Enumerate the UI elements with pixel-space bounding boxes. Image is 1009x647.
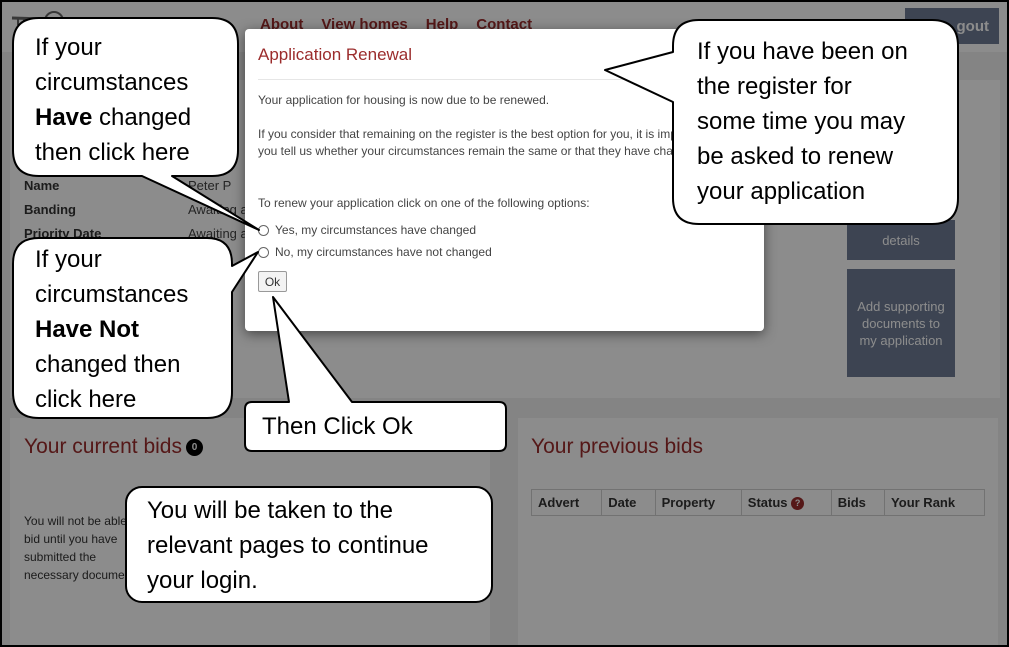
callout-renew-info: If you have been on the register for som… [697, 38, 908, 205]
option-changed-label: Yes, my circumstances have changed [275, 223, 476, 237]
modal-divider [258, 79, 751, 80]
option-not-changed-label: No, my circumstances have not changed [275, 245, 492, 259]
ok-button[interactable]: Ok [258, 271, 287, 292]
modal-para-register: If you consider that remaining on the re… [258, 127, 731, 158]
modal-para-renewal-due: Your application for housing is now due … [258, 93, 550, 107]
screenshot-frame: About View homes Help Contact gout Name … [0, 0, 1009, 647]
application-renewal-modal: Application Renewal Your application for… [245, 29, 764, 331]
callout-taken-to: You will be taken to the relevant pages … [147, 497, 429, 594]
option-not-changed[interactable]: No, my circumstances have not changed [258, 245, 492, 259]
modal-title: Application Renewal [258, 45, 413, 64]
modal-para-instructions: To renew your application click on one o… [258, 196, 590, 210]
radio-not-changed[interactable] [258, 246, 269, 258]
option-changed[interactable]: Yes, my circumstances have changed [258, 223, 476, 237]
callout-have-not-changed: If your circumstances Have Not changed t… [35, 246, 189, 413]
radio-changed[interactable] [258, 224, 269, 236]
callout-click-ok: Then Click Ok [262, 413, 413, 440]
callout-have-changed: If your circumstances Have changed then … [35, 34, 192, 166]
